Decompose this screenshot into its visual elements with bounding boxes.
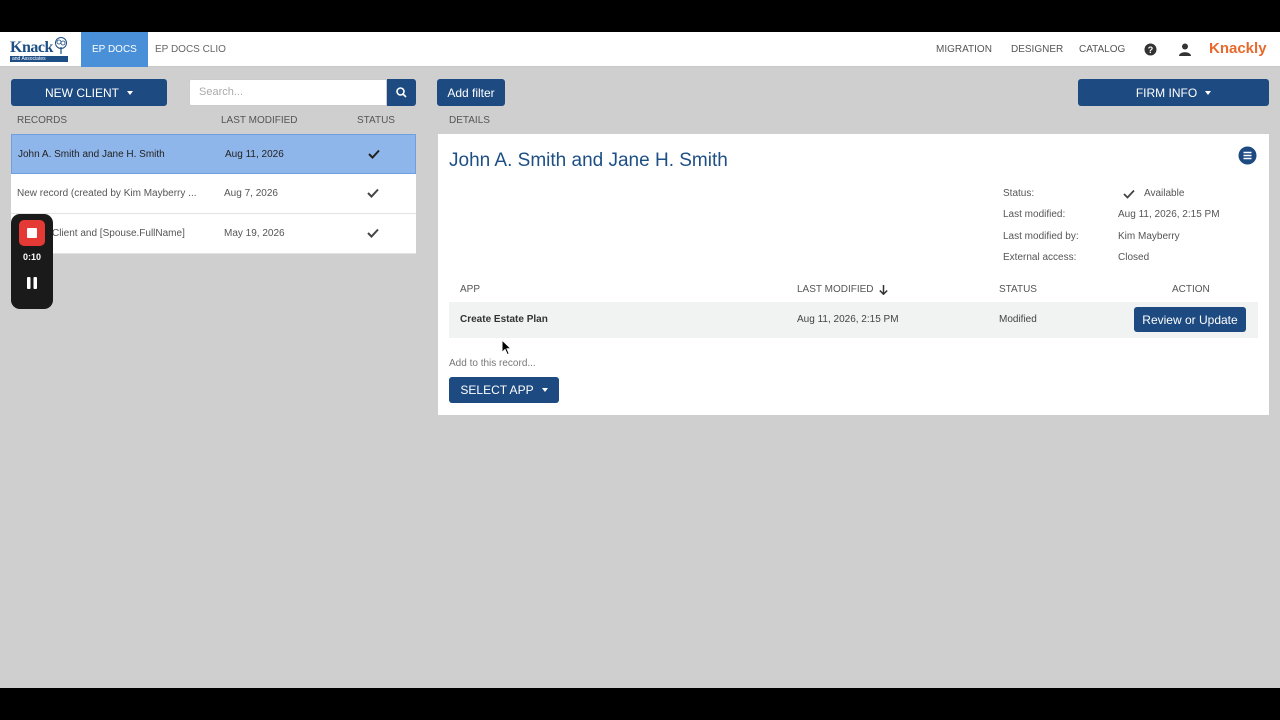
new-client-button[interactable]: NEW CLIENT — [11, 79, 167, 106]
top-nav: Knack and Associates EP DOCS EP DOCS CLI… — [0, 32, 1280, 67]
last-modified-label: Last modified: — [1003, 209, 1066, 220]
record-name: New record (created by Kim Mayberry ... — [17, 188, 197, 199]
last-modified-header[interactable]: LAST MODIFIED — [221, 115, 298, 126]
status-value: Available — [1144, 188, 1185, 199]
details-header: DETAILS — [449, 115, 490, 126]
nav-designer[interactable]: DESIGNER — [1011, 32, 1063, 67]
caret-down-icon — [1205, 90, 1212, 95]
app-modified: Aug 11, 2026, 2:15 PM — [797, 314, 899, 325]
nav-migration[interactable]: MIGRATION — [936, 32, 992, 67]
help-icon[interactable]: ? — [1144, 43, 1157, 56]
stop-recording-button[interactable] — [19, 220, 45, 246]
table-row[interactable]: Client and [Spouse.FullName] May 19, 202… — [11, 214, 416, 254]
select-app-button[interactable]: SELECT APP — [449, 377, 559, 403]
add-to-record-hint: Add to this record... — [449, 358, 536, 369]
new-client-label: NEW CLIENT — [44, 85, 119, 100]
arrow-down-icon — [878, 284, 888, 295]
logo-subtitle: and Associates — [10, 56, 68, 62]
tab-ep-docs-clio[interactable]: EP DOCS CLIO — [144, 32, 237, 67]
screen-recorder-widget: 0:10 — [11, 214, 53, 309]
firm-info-button[interactable]: FIRM INFO — [1078, 79, 1269, 106]
nav-catalog[interactable]: CATALOG — [1079, 32, 1125, 67]
firm-logo[interactable]: Knack and Associates — [10, 37, 70, 63]
logo-text: Knack — [10, 39, 53, 56]
app-action-header: ACTION — [1172, 284, 1210, 295]
table-row: Create Estate Plan Aug 11, 2026, 2:15 PM… — [449, 302, 1258, 338]
svg-text:?: ? — [1148, 45, 1154, 55]
review-or-update-button[interactable]: Review or Update — [1134, 307, 1246, 332]
search-icon — [396, 87, 407, 98]
search-input[interactable]: Search... — [189, 79, 387, 106]
check-icon — [367, 228, 379, 238]
app-column-header: APP — [460, 284, 481, 295]
table-row[interactable]: John A. Smith and Jane H. Smith Aug 11, … — [11, 134, 416, 174]
tab-ep-docs[interactable]: EP DOCS — [81, 32, 148, 67]
app-status: Modified — [999, 314, 1037, 325]
search-button[interactable] — [387, 79, 416, 106]
check-icon — [368, 149, 380, 159]
last-modified-by-label: Last modified by: — [1003, 231, 1079, 242]
record-modified: May 19, 2026 — [224, 228, 285, 239]
check-icon — [1123, 189, 1135, 199]
table-row[interactable]: New record (created by Kim Mayberry ... … — [11, 174, 416, 214]
pause-icon[interactable] — [27, 277, 37, 289]
record-modified: Aug 11, 2026 — [225, 149, 284, 160]
stop-icon — [27, 228, 37, 238]
caret-down-icon — [127, 90, 133, 95]
details-panel: John A. Smith and Jane H. Smith Status: … — [438, 134, 1269, 415]
status-label: Status: — [1003, 188, 1035, 199]
menu-icon[interactable] — [1238, 146, 1257, 165]
external-access-value: Closed — [1118, 252, 1150, 263]
record-modified: Aug 7, 2026 — [224, 188, 278, 199]
firm-info-label: FIRM INFO — [1135, 85, 1198, 100]
letterbox-bottom — [0, 688, 1280, 720]
last-modified-value: Aug 11, 2026, 2:15 PM — [1118, 209, 1220, 220]
records-list: John A. Smith and Jane H. Smith Aug 11, … — [11, 134, 416, 254]
last-modified-by-value: Kim Mayberry — [1118, 231, 1180, 242]
recording-timer: 0:10 — [22, 252, 41, 262]
mouse-cursor-icon — [501, 339, 512, 356]
records-header: RECORDS — [17, 115, 68, 126]
app-last-modified-label: LAST MODIFIED — [797, 284, 874, 295]
external-access-label: External access: — [1003, 252, 1077, 263]
tree-icon — [55, 37, 67, 54]
record-name: John A. Smith and Jane H. Smith — [18, 149, 165, 160]
app-window: Knack and Associates EP DOCS EP DOCS CLI… — [0, 32, 1280, 688]
user-icon[interactable] — [1179, 43, 1191, 56]
add-filter-button[interactable]: Add filter — [437, 79, 505, 106]
app-last-modified-header[interactable]: LAST MODIFIED — [797, 284, 888, 295]
app-status-header: STATUS — [999, 284, 1037, 295]
knackly-brand[interactable]: Knackly — [1209, 40, 1267, 57]
app-name[interactable]: Create Estate Plan — [460, 302, 548, 338]
record-title: John A. Smith and Jane H. Smith — [449, 150, 728, 171]
select-app-label: SELECT APP — [460, 383, 534, 397]
check-icon — [367, 188, 379, 198]
record-name: Client and [Spouse.FullName] — [52, 228, 185, 239]
caret-down-icon — [541, 388, 548, 392]
status-header[interactable]: STATUS — [357, 115, 395, 126]
